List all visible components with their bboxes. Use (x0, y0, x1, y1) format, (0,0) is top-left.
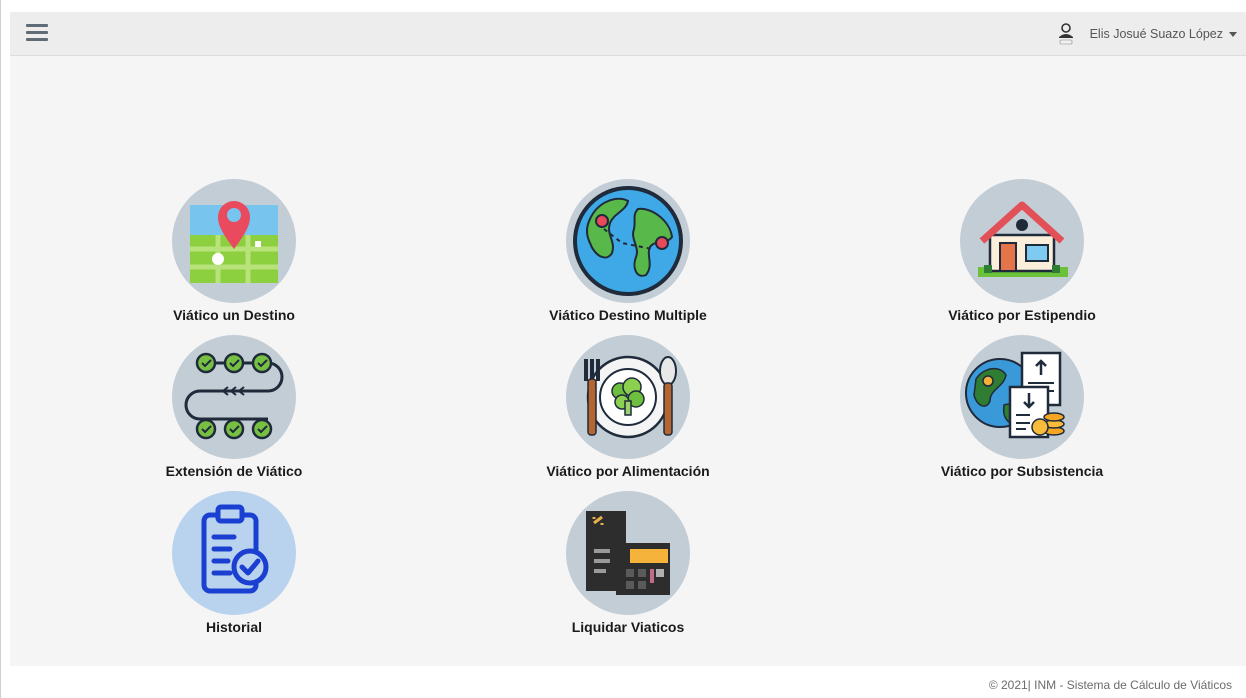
clipboard-check-icon (201, 504, 269, 594)
user-name: Elis Josué Suazo López (1089, 27, 1223, 41)
tile-historial[interactable]: Historial (109, 491, 359, 641)
top-navbar: Elis Josué Suazo López (10, 12, 1246, 56)
tile-label: Liquidar Viaticos (571, 619, 685, 635)
tile-viatico-por-subsistencia[interactable]: Viático por Subsistencia (897, 335, 1147, 485)
tile-label: Historial (205, 619, 262, 635)
footer-copyright: © 2021| INM - Sistema de Cálculo de Viát… (988, 678, 1232, 692)
tile-viatico-destino-multiple[interactable]: Viático Destino Multiple (503, 179, 753, 329)
footer: © 2021| INM - Sistema de Cálculo de Viát… (10, 666, 1246, 698)
hamburger-menu-icon[interactable] (26, 24, 48, 42)
user-avatar-icon (1058, 23, 1073, 45)
tile-icon-container (566, 179, 690, 303)
tile-extension-de-viatico[interactable]: Extensión de Viático (109, 335, 359, 485)
tile-liquidar-viaticos[interactable]: Liquidar Viaticos (503, 491, 753, 641)
tile-label: Viático por Subsistencia (940, 463, 1104, 479)
map-pin-icon (190, 201, 278, 283)
tile-label: Extensión de Viático (165, 463, 303, 479)
globe-icon (573, 186, 683, 296)
tile-viatico-por-estipendio[interactable]: Viático por Estipendio (897, 179, 1147, 329)
user-menu[interactable]: Elis Josué Suazo López (1056, 21, 1237, 47)
tile-icon-container (960, 335, 1084, 459)
tile-label: Viático Destino Multiple (549, 307, 707, 323)
chevron-down-icon (1229, 31, 1237, 37)
tile-icon-container (566, 491, 690, 615)
tile-icon-container (172, 179, 296, 303)
tile-label: Viático un Destino (173, 307, 295, 323)
calculator-document-icon (586, 511, 670, 595)
checklist-flow-icon (184, 352, 284, 440)
tile-icon-container (172, 335, 296, 459)
tile-label: Viático por Estipendio (948, 307, 1096, 323)
tile-icon-container (566, 335, 690, 459)
tile-icon-container (172, 491, 296, 615)
house-icon (978, 201, 1068, 277)
tile-label: Viático por Alimentación (546, 463, 710, 479)
plate-food-icon (584, 355, 677, 439)
app-window: Elis Josué Suazo López Viático un Destin… (0, 0, 1246, 698)
tile-icon-container (960, 179, 1084, 303)
tile-viatico-un-destino[interactable]: Viático un Destino (109, 179, 359, 329)
main-content: Viático un Destino Viático Destino Multi… (10, 56, 1246, 666)
tile-viatico-por-alimentacion[interactable]: Viático por Alimentación (503, 335, 753, 485)
documents-globe-icon (965, 351, 1065, 439)
